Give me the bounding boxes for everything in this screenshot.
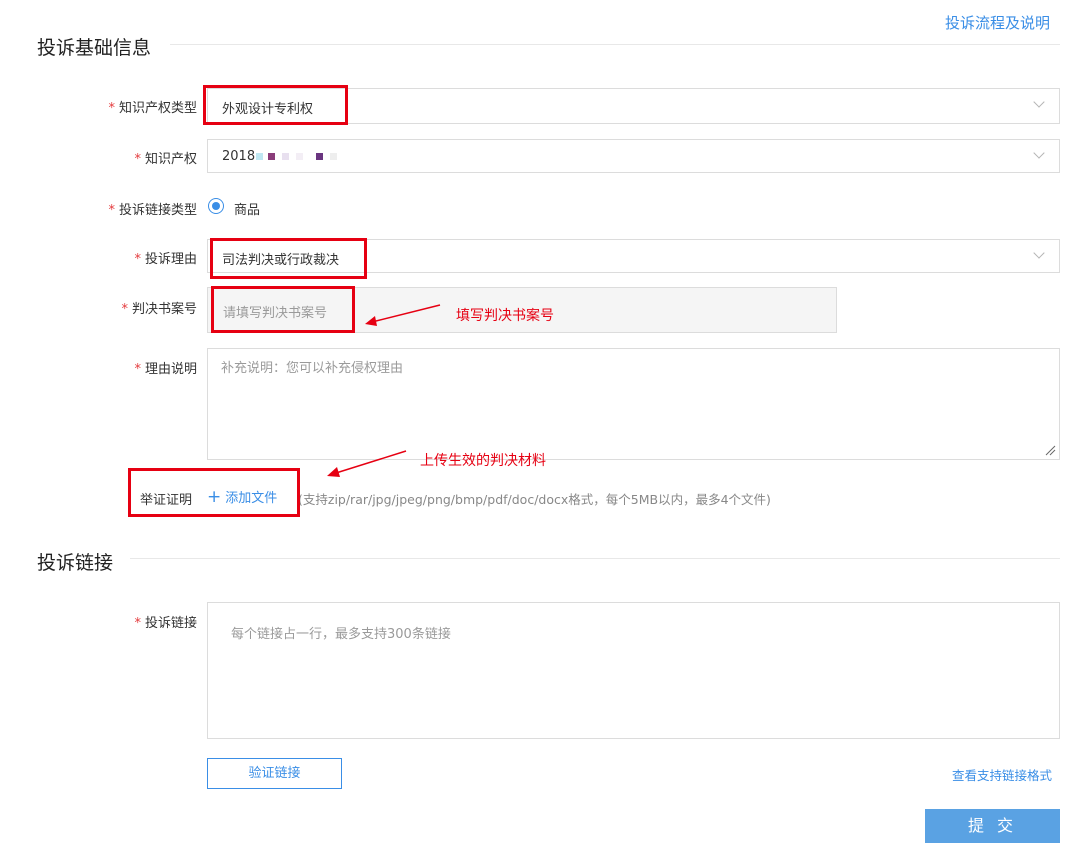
supported-link-format-link[interactable]: 查看支持链接格式 (952, 765, 1052, 784)
radio-option-goods[interactable]: 商品 (234, 199, 260, 218)
highlight-box-ip-type (203, 85, 348, 125)
highlight-box-reason (210, 238, 367, 279)
section-title-links: 投诉链接 (37, 552, 114, 574)
annotation-upload: 上传生效的判决材料 (420, 453, 546, 469)
section-divider (170, 44, 1060, 45)
links-placeholder: 每个链接占一行，最多支持300条链接 (231, 627, 451, 642)
highlight-box-evidence (128, 468, 300, 517)
chevron-down-icon (1033, 96, 1045, 108)
ip-type-label: * 知识产权类型 (108, 101, 197, 116)
chevron-down-icon (1033, 247, 1045, 259)
ip-select[interactable]: 2018 (207, 139, 1060, 173)
reason-desc-placeholder: 补充说明：您可以补充侵权理由 (221, 361, 404, 376)
link-type-label: * 投诉链接类型 (108, 203, 197, 218)
complaint-process-link[interactable]: 投诉流程及说明 (945, 12, 1050, 33)
redacted-text (256, 153, 346, 161)
arrow-icon (327, 450, 407, 477)
resize-handle-icon[interactable] (1044, 444, 1056, 456)
ip-label: * 知识产权 (134, 152, 197, 167)
links-textarea[interactable]: 每个链接占一行，最多支持300条链接 (207, 602, 1060, 739)
section-divider (130, 558, 1060, 559)
links-label: * 投诉链接 (134, 616, 197, 631)
ip-value: 2018 (222, 149, 256, 164)
radio-selected-icon[interactable] (208, 198, 224, 214)
section-title-basic-info: 投诉基础信息 (37, 37, 152, 59)
annotation-judgment-no: 填写判决书案号 (456, 308, 554, 324)
submit-button[interactable]: 提 交 (925, 809, 1060, 843)
chevron-down-icon (1033, 147, 1045, 159)
reason-label: * 投诉理由 (134, 252, 197, 267)
highlight-box-judgment (211, 286, 355, 333)
reason-desc-textarea[interactable]: 补充说明：您可以补充侵权理由 (207, 348, 1060, 460)
verify-links-button[interactable]: 验证链接 (207, 758, 342, 789)
arrow-icon (365, 304, 441, 326)
evidence-hint: (支持zip/rar/jpg/jpeg/png/bmp/pdf/doc/docx… (298, 492, 771, 507)
judgment-no-label: * 判决书案号 (121, 302, 197, 317)
reason-desc-label: * 理由说明 (134, 362, 197, 377)
